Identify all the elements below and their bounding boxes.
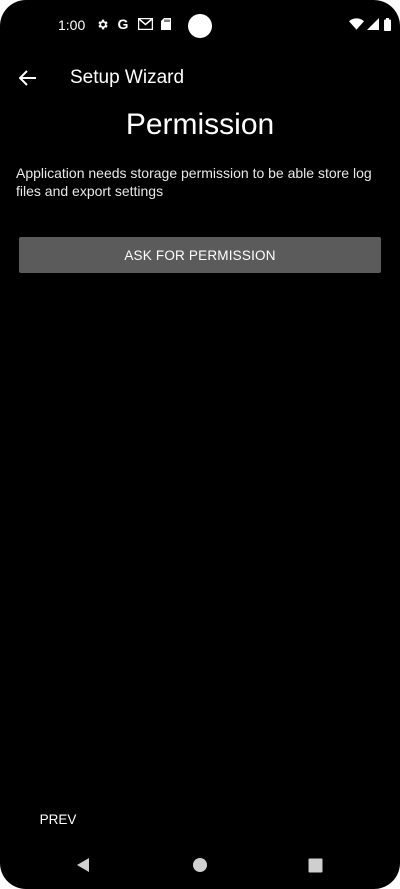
- back-button[interactable]: [12, 62, 44, 94]
- back-triangle-icon: [75, 857, 91, 873]
- app-bar: Setup Wizard: [0, 52, 400, 104]
- page-heading: Permission: [125, 108, 275, 141]
- nav-home-button[interactable]: [188, 853, 212, 877]
- camera-cutout: [188, 14, 212, 38]
- prev-button[interactable]: PREV: [28, 804, 88, 834]
- arrow-left-icon: [19, 69, 37, 87]
- permission-description: Application needs storage permission to …: [16, 165, 372, 199]
- gear-icon: [95, 17, 109, 31]
- status-time: 1:00: [58, 17, 86, 33]
- google-icon: G: [117, 16, 129, 32]
- battery-icon: [383, 17, 391, 31]
- recents-square-icon: [308, 858, 323, 873]
- signal-icon: [366, 17, 380, 31]
- home-circle-icon: [192, 857, 208, 873]
- system-nav-bar: [0, 845, 400, 885]
- phone-screen: 1:00 G Setup Wizard Permission Applicati…: [0, 0, 400, 889]
- app-title: Setup Wizard: [70, 67, 185, 88]
- wifi-icon: [348, 17, 364, 31]
- nav-back-button[interactable]: [71, 853, 95, 877]
- ask-permission-button[interactable]: ASK FOR PERMISSION: [19, 237, 381, 273]
- sd-card-icon: [160, 17, 172, 31]
- gmail-icon: [137, 17, 153, 31]
- nav-recents-button[interactable]: [303, 853, 327, 877]
- status-bar: 1:00 G: [0, 0, 400, 50]
